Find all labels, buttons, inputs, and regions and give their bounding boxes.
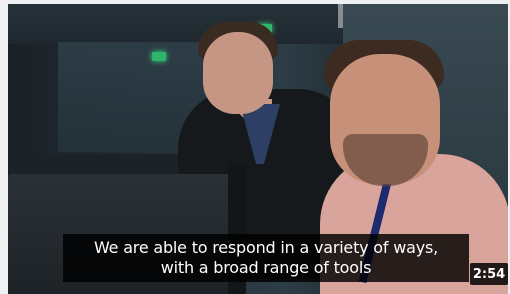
caption-line-1: We are able to respond in a variety of w…: [93, 238, 438, 257]
caption-line-2: with a broad range of tools: [160, 258, 372, 277]
person-standing-head: [203, 32, 273, 114]
video-caption: We are able to respond in a variety of w…: [63, 234, 469, 282]
exit-sign-icon: [152, 52, 166, 61]
video-card: We are able to respond in a variety of w…: [0, 0, 510, 294]
duration-badge: 2:54: [470, 263, 508, 285]
